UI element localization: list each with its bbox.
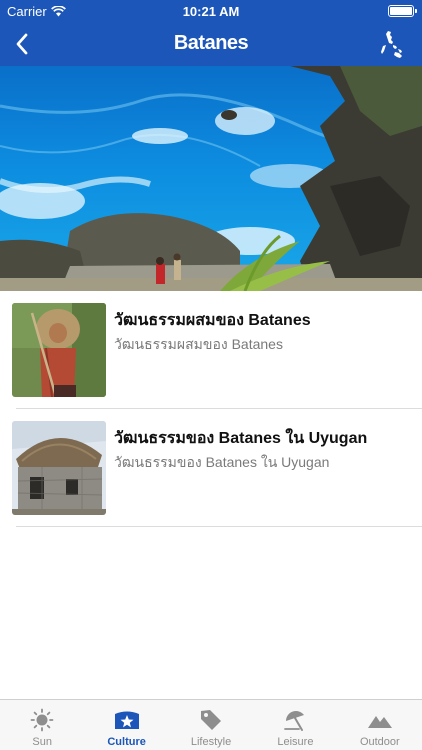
- stone-house-thumbnail: [12, 421, 106, 515]
- hero-image: [0, 66, 422, 291]
- list-item[interactable]: วัฒนธรรมของ Batanes ใน Uyugan วัฒนธรรมขอ…: [0, 409, 422, 527]
- list-item-subtitle: วัฒนธรรมผสมของ Batanes: [114, 336, 283, 352]
- tab-leisure[interactable]: Leisure: [253, 700, 337, 750]
- tab-lifestyle[interactable]: Lifestyle: [169, 700, 253, 750]
- tab-culture[interactable]: Culture: [84, 700, 168, 750]
- status-bar: Carrier 10:21 AM: [0, 0, 422, 22]
- tab-bar: Sun Culture Lifestyle Leisure Outdoor: [0, 699, 422, 750]
- page-title: Batanes: [173, 32, 249, 54]
- list-item[interactable]: วัฒนธรรมผสมของ Batanes วัฒนธรรมผสมของ Ba…: [0, 291, 422, 409]
- tab-label: Lifestyle: [190, 736, 232, 748]
- culture-icon: [114, 708, 140, 732]
- status-time: 10:21 AM: [182, 4, 240, 19]
- navigation-bar: Batanes: [0, 22, 422, 66]
- battery-icon: [388, 5, 417, 17]
- row-divider: [16, 526, 422, 527]
- tab-label: Leisure: [277, 736, 314, 748]
- ivatan-woman-thumbnail: [12, 303, 106, 397]
- tab-sun[interactable]: Sun: [0, 700, 84, 750]
- map-button[interactable]: [380, 29, 408, 59]
- list-item-subtitle: วัฒนธรรมของ Batanes ใน Uyugan: [114, 454, 330, 470]
- mountain-icon: [367, 708, 393, 732]
- tab-label: Sun: [32, 736, 52, 748]
- tab-label: Culture: [107, 736, 146, 748]
- tag-icon: [198, 708, 224, 732]
- philippines-map-icon: [381, 31, 402, 58]
- tab-outdoor[interactable]: Outdoor: [338, 700, 422, 750]
- sun-icon: [29, 708, 55, 732]
- umbrella-icon: [282, 708, 308, 732]
- list-item-title: วัฒนธรรมผสมของ Batanes: [114, 312, 311, 329]
- list-item-title: วัฒนธรรมของ Batanes ใน Uyugan: [114, 430, 368, 447]
- content-list: วัฒนธรรมผสมของ Batanes วัฒนธรรมผสมของ Ba…: [0, 291, 422, 527]
- tab-label: Outdoor: [359, 736, 400, 748]
